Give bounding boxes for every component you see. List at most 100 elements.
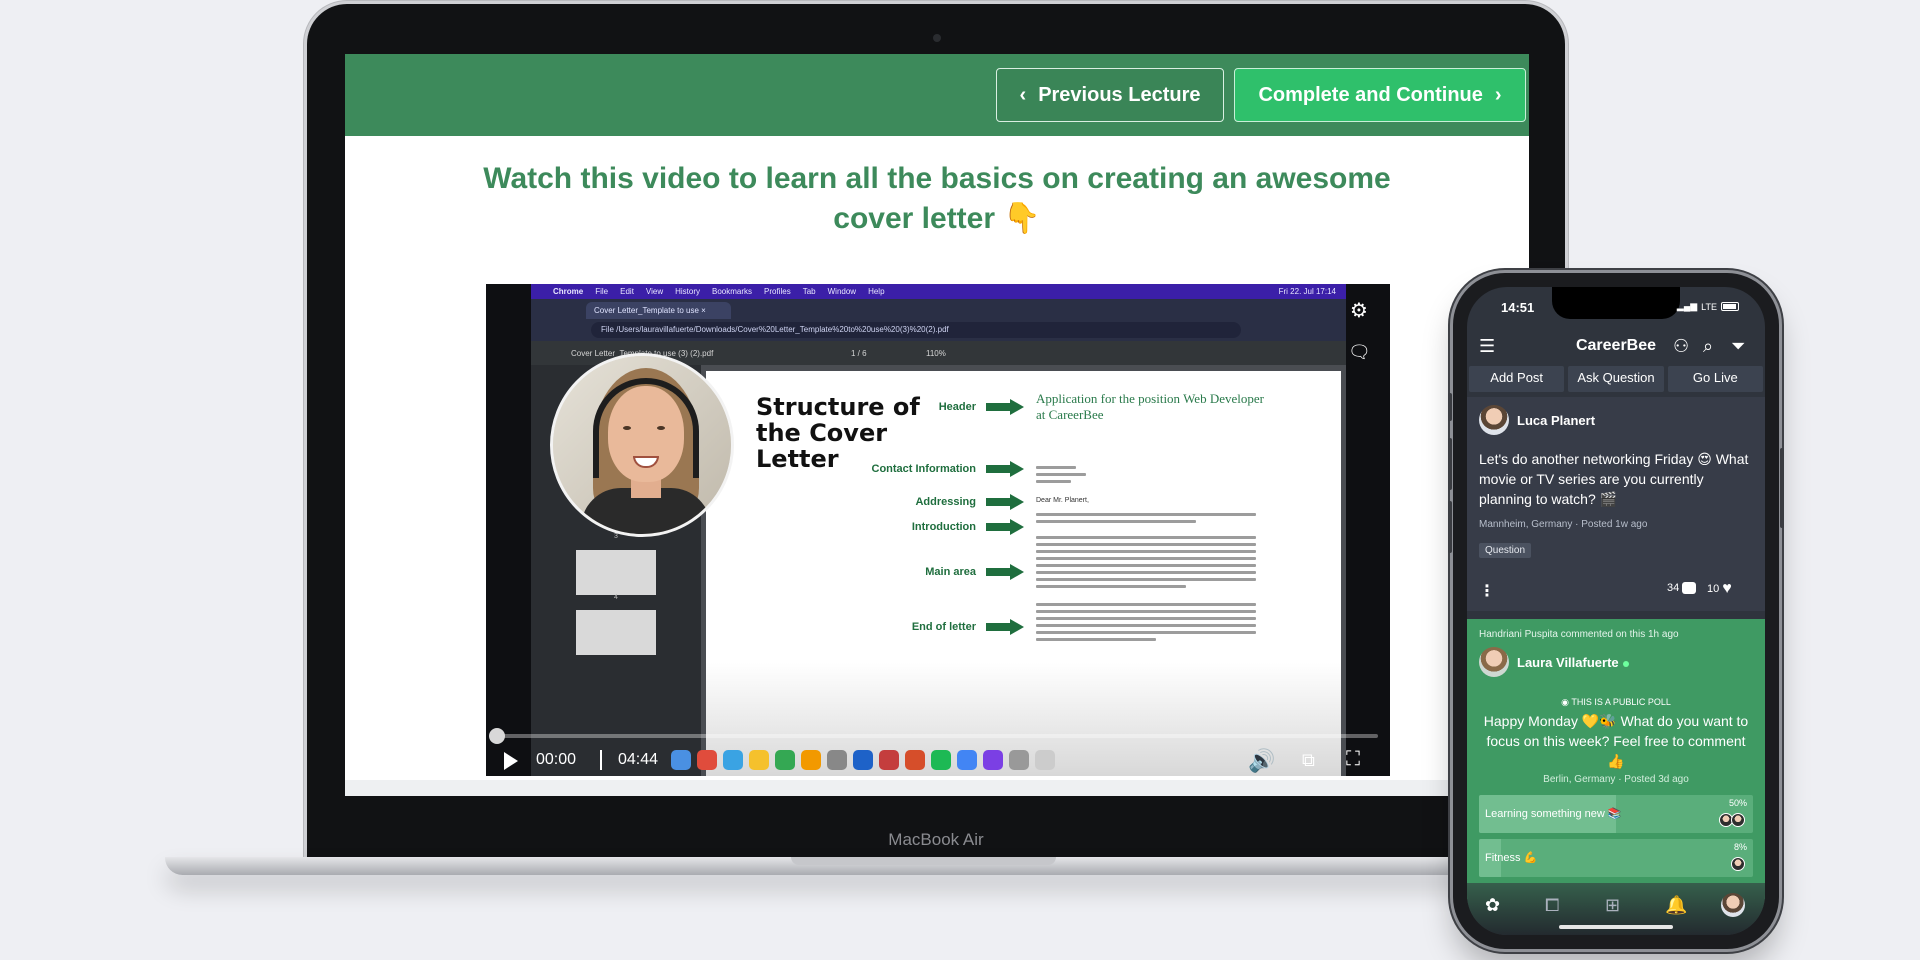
poll-option[interactable]: Learning something new 📚 50% bbox=[1479, 795, 1753, 833]
mac-menu-item: Profiles bbox=[764, 287, 791, 296]
pdf-page-indicator: 1 / 6 bbox=[851, 349, 867, 358]
add-icon[interactable]: ⊞ bbox=[1605, 895, 1620, 916]
poll-question: Happy Monday 💛🐝 What do you want to focu… bbox=[1483, 713, 1749, 769]
section-label: Introduction bbox=[911, 521, 976, 533]
video-progress-track[interactable] bbox=[498, 734, 1378, 738]
volume-icon[interactable]: 🔊 bbox=[1248, 748, 1275, 774]
laptop-model-label: MacBook Air bbox=[888, 830, 984, 849]
duration-time: 04:44 bbox=[618, 751, 659, 768]
chat-icon[interactable]: ⧠ bbox=[1545, 895, 1559, 916]
elapsed-time: 00:00 bbox=[536, 751, 577, 768]
browser-tab-strip: Cover Letter_Template to use × bbox=[531, 299, 1346, 319]
browser-address: File /Users/lauravillafuerte/Downloads/C… bbox=[591, 322, 1241, 338]
public-poll-label: ◉ THIS IS A PUBLIC POLL bbox=[1467, 697, 1765, 708]
contact-lines bbox=[1036, 466, 1256, 487]
app-title: CareerBee bbox=[1575, 337, 1657, 354]
avatar bbox=[1731, 857, 1745, 871]
video-progress-knob[interactable] bbox=[489, 728, 505, 744]
section-label: End of letter bbox=[911, 621, 976, 633]
poll-option-percent: 8% bbox=[1733, 842, 1747, 852]
headset bbox=[593, 378, 699, 478]
mac-menu-item: Bookmarks bbox=[712, 287, 753, 296]
like-count[interactable]: 10 ♥ bbox=[1707, 580, 1732, 597]
application-text: Application for the position Web Develop… bbox=[1036, 391, 1264, 422]
profile-icon[interactable] bbox=[1721, 893, 1745, 917]
add-user-icon[interactable]: ⚇ bbox=[1673, 336, 1689, 357]
go-live-button[interactable]: Go Live bbox=[1667, 366, 1763, 392]
pdf-thumbnail bbox=[576, 550, 656, 595]
add-post-button[interactable]: Add Post bbox=[1469, 366, 1565, 392]
feed-post[interactable]: Luca Planert Let's do another networking… bbox=[1467, 397, 1765, 611]
chevron-right-icon: › bbox=[1494, 83, 1502, 106]
network-label: LTE bbox=[1701, 301, 1717, 312]
comment-count[interactable]: 34 bbox=[1667, 582, 1697, 594]
post-author[interactable]: Luca Planert bbox=[1517, 413, 1595, 428]
pdf-page-area: Structure of the Cover Letter Header Con… bbox=[701, 365, 1346, 776]
pdf-thumbnail bbox=[576, 610, 656, 655]
arrow-icon bbox=[986, 564, 1026, 580]
avatar[interactable] bbox=[1479, 647, 1509, 677]
complete-and-continue-label: Complete and Continue bbox=[1258, 83, 1483, 106]
arrow-icon bbox=[986, 519, 1026, 535]
arrow-icon bbox=[986, 461, 1026, 477]
mac-menu-item: View bbox=[645, 287, 664, 296]
video-player[interactable]: Chrome File Edit View History Bookmarks … bbox=[486, 284, 1390, 776]
avatar bbox=[1731, 813, 1745, 827]
browser-tab: Cover Letter_Template to use × bbox=[586, 302, 731, 319]
home-icon[interactable]: ✿ bbox=[1485, 895, 1500, 916]
arrow-icon bbox=[986, 494, 1026, 510]
mac-menu-item: File bbox=[595, 287, 609, 296]
pdf-zoom: 110% bbox=[926, 349, 946, 358]
heart-icon: ♥ bbox=[1722, 580, 1732, 597]
play-icon[interactable] bbox=[504, 752, 518, 770]
picture-in-picture-icon[interactable]: ⧉ bbox=[1302, 750, 1315, 771]
like-count-value: 10 bbox=[1707, 583, 1720, 595]
presenter-webcam bbox=[550, 353, 734, 537]
status-time: 14:51 bbox=[1501, 300, 1535, 315]
phone-notch bbox=[1552, 287, 1680, 319]
poll-author[interactable]: Laura Villafuerte bbox=[1517, 655, 1629, 670]
poll-post[interactable]: Handriani Puspita commented on this 1h a… bbox=[1467, 619, 1765, 899]
ask-question-button[interactable]: Ask Question bbox=[1568, 366, 1664, 392]
lecture-nav-bar: ‹ Previous Lecture Complete and Continue… bbox=[345, 54, 1529, 136]
mac-menu-item: Tab bbox=[802, 287, 816, 296]
poll-option-label: Fitness 💪 bbox=[1485, 852, 1538, 864]
post-text: Let's do another networking Friday 😍 Wha… bbox=[1479, 451, 1749, 507]
eye-icon: ◉ bbox=[1561, 697, 1572, 707]
poll-option[interactable]: Fitness 💪 8% bbox=[1479, 839, 1753, 877]
phone-frame: 14:51 ▂▄▆ LTE ☰ CareerBee ⚇ ⌕ ⏷ Add Post… bbox=[1448, 273, 1784, 949]
mac-menu-bar: Chrome File Edit View History Bookmarks … bbox=[531, 284, 1346, 299]
action-row: Add Post Ask Question Go Live bbox=[1467, 366, 1765, 392]
bell-icon[interactable]: 🔔 bbox=[1665, 895, 1687, 916]
section-label: Main area bbox=[925, 566, 976, 578]
avatar[interactable] bbox=[1479, 405, 1509, 435]
section-label: Addressing bbox=[915, 496, 976, 508]
salutation-text: Dear Mr. Planert, bbox=[1036, 497, 1089, 504]
online-indicator bbox=[1622, 661, 1629, 667]
public-poll-text: THIS IS A PUBLIC POLL bbox=[1571, 697, 1671, 707]
previous-lecture-label: Previous Lecture bbox=[1038, 83, 1201, 106]
poll-option-percent: 50% bbox=[1728, 798, 1747, 808]
settings-gear-icon[interactable]: ⚙ bbox=[1350, 298, 1368, 323]
camera-dot bbox=[933, 34, 941, 42]
poll-option-label: Learning something new 📚 bbox=[1485, 808, 1622, 820]
arrow-icon bbox=[986, 619, 1026, 635]
laptop-frame: ‹ Previous Lecture Complete and Continue… bbox=[307, 4, 1565, 866]
chevron-left-icon: ‹ bbox=[1019, 83, 1027, 106]
fullscreen-icon[interactable]: ⛶ bbox=[1346, 748, 1360, 771]
feedback-icon[interactable]: 🗨 bbox=[1348, 342, 1371, 363]
home-indicator bbox=[1559, 925, 1673, 929]
laptop-screen: ‹ Previous Lecture Complete and Continue… bbox=[345, 54, 1529, 796]
poll-meta: Berlin, Germany · Posted 3d ago bbox=[1543, 774, 1689, 785]
end-lines bbox=[1036, 603, 1256, 645]
comment-count-value: 34 bbox=[1667, 582, 1680, 594]
complete-and-continue-button[interactable]: Complete and Continue › bbox=[1234, 68, 1526, 122]
filter-icon[interactable]: ⏷ bbox=[1731, 336, 1745, 357]
mac-menu-item: Window bbox=[827, 287, 857, 296]
mac-menu-item: History bbox=[675, 287, 701, 296]
more-options-icon[interactable]: ⋮ bbox=[1479, 581, 1495, 601]
pdf-document: Structure of the Cover Letter Header Con… bbox=[706, 371, 1341, 776]
previous-lecture-button[interactable]: ‹ Previous Lecture bbox=[996, 68, 1224, 122]
post-meta: Mannheim, Germany · Posted 1w ago bbox=[1479, 519, 1648, 530]
search-icon[interactable]: ⌕ bbox=[1703, 336, 1713, 357]
